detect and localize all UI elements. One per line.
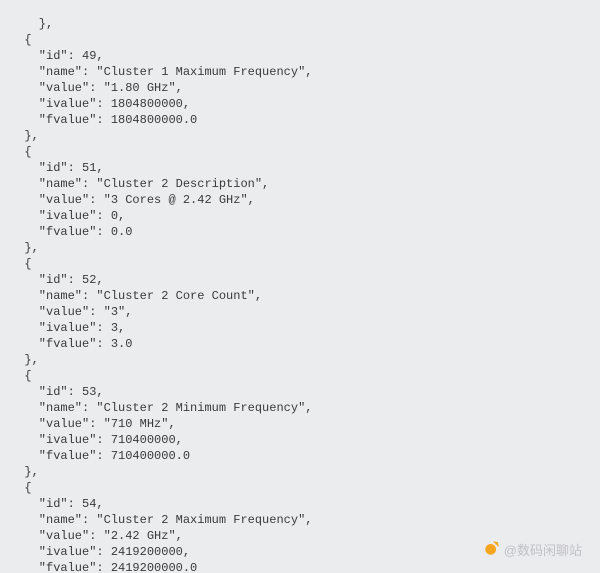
entry-4-id: 54 [82, 497, 96, 511]
json-dump: }, { "id": 49, "name": "Cluster 1 Maximu… [0, 0, 600, 573]
entry-2-value: 3 [111, 305, 118, 319]
entry-1-id: 51 [82, 161, 96, 175]
weibo-icon [484, 540, 500, 559]
entry-0-fvalue: 1804800000.0 [111, 113, 197, 127]
watermark-text: @数码闲聊站 [504, 540, 582, 559]
entry-4-ivalue: 2419200000 [111, 545, 183, 559]
entry-2-open: }, { [10, 241, 39, 271]
entry-3-ivalue: 710400000 [111, 433, 176, 447]
entry-1-open: }, { [10, 129, 39, 159]
entry-3-fvalue: 710400000.0 [111, 449, 190, 463]
entry-3-id: 53 [82, 385, 96, 399]
entry-1-value: 3 Cores @ 2.42 GHz [111, 193, 241, 207]
entry-0-ivalue: 1804800000 [111, 97, 183, 111]
entry-3-value: 710 MHz [111, 417, 161, 431]
entry-4-fvalue: 2419200000.0 [111, 561, 197, 573]
entry-0-name: Cluster 1 Maximum Frequency [104, 65, 298, 79]
entry-1-name: Cluster 2 Description [104, 177, 255, 191]
entry-1-fvalue: 0.0 [111, 225, 133, 239]
entry-0-value: 1.80 GHz [111, 81, 169, 95]
entry-3-open: }, { [10, 353, 39, 383]
entry-0-open: }, { [10, 17, 53, 47]
entry-2-id: 52 [82, 273, 96, 287]
entry-1-ivalue: 0 [111, 209, 118, 223]
entry-2-ivalue: 3 [111, 321, 118, 335]
watermark: @数码闲聊站 [484, 540, 582, 559]
entry-2-fvalue: 3.0 [111, 337, 133, 351]
entry-2-name: Cluster 2 Core Count [104, 289, 248, 303]
entry-3-name: Cluster 2 Minimum Frequency [104, 401, 298, 415]
entry-4-name: Cluster 2 Maximum Frequency [104, 513, 298, 527]
entry-0-id: 49 [82, 49, 96, 63]
entry-4-value: 2.42 GHz [111, 529, 169, 543]
entry-4-open: }, { [10, 465, 39, 495]
